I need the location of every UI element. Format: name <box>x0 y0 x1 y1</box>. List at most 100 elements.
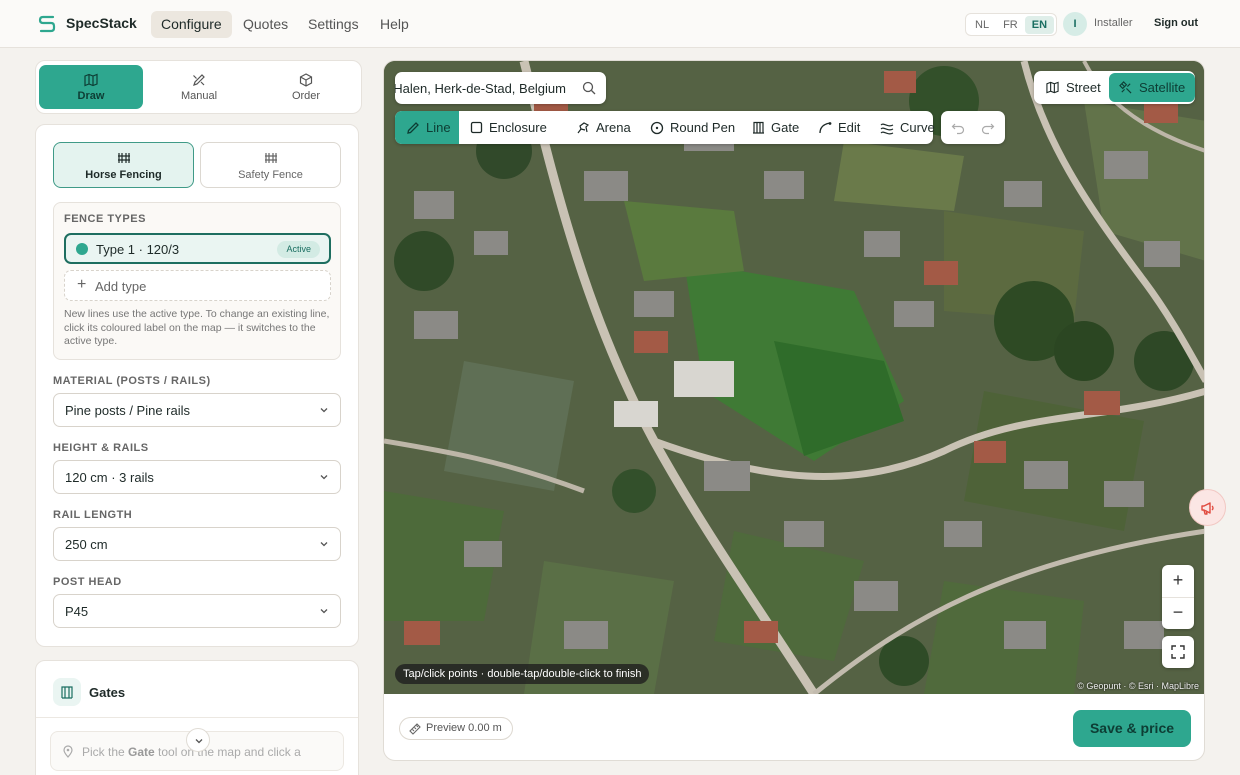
nav-help[interactable]: Help <box>370 11 419 38</box>
tool-line[interactable]: Line <box>395 111 459 144</box>
product-horse-fencing[interactable]: Horse Fencing <box>53 142 194 188</box>
curve-icon <box>880 123 894 134</box>
gate-icon <box>753 121 764 134</box>
fullscreen-icon <box>1171 645 1185 659</box>
tool-edit[interactable]: Edit <box>810 111 868 144</box>
preview-length-value: Preview 0.00 m <box>426 722 502 734</box>
divider <box>36 717 358 718</box>
height-select[interactable]: 120 cm · 3 rails <box>53 460 341 494</box>
megaphone-icon <box>1201 502 1214 515</box>
rail-length-select[interactable]: 250 cm <box>53 527 341 561</box>
search-input[interactable]: Halen, Herk-de-Stad, Belgium <box>395 81 566 96</box>
config-panel: Horse Fencing Safety Fence FENCE TYPES T… <box>35 124 359 647</box>
fence-type-item[interactable]: Type 1 · 120/3 Active <box>64 233 331 264</box>
product-safety-label: Safety Fence <box>238 169 303 181</box>
add-type-button[interactable]: + Add type <box>64 270 331 301</box>
gate-icon <box>61 686 73 699</box>
search-icon[interactable] <box>582 81 596 95</box>
tab-order[interactable]: Order <box>254 65 358 109</box>
redo-icon[interactable] <box>981 121 995 135</box>
pencil-icon <box>407 121 419 134</box>
map-card: Halen, Herk-de-Stad, Belgium Line Enclos… <box>383 60 1205 761</box>
specstack-logo-icon[interactable] <box>38 14 56 34</box>
fence-icon <box>117 153 130 163</box>
gates-title: Gates <box>89 685 126 700</box>
nav-quotes[interactable]: Quotes <box>233 11 298 38</box>
tool-enclosure[interactable]: Enclosure <box>462 111 555 144</box>
product-safety-fence[interactable]: Safety Fence <box>200 142 341 188</box>
map-pin-icon <box>63 745 73 758</box>
map-attribution[interactable]: © Geopunt · © Esri · MapLibre <box>1077 681 1199 691</box>
location-search[interactable]: Halen, Herk-de-Stad, Belgium <box>395 72 606 104</box>
chevron-down-icon <box>320 542 328 547</box>
undo-icon[interactable] <box>951 121 965 135</box>
pencil-ruler-icon <box>193 74 205 86</box>
top-bar: SpecStack Configure Quotes Settings Help… <box>0 0 1240 48</box>
satellite-icon <box>1119 81 1132 94</box>
lang-en[interactable]: EN <box>1024 15 1055 34</box>
layer-street-label: Street <box>1066 80 1101 95</box>
tab-manual-label: Manual <box>180 90 218 102</box>
tool-arena-label: Arena <box>596 120 631 135</box>
satellite-map[interactable]: Halen, Herk-de-Stad, Belgium Line Enclos… <box>384 61 1205 694</box>
chevron-down-icon <box>320 475 328 480</box>
nav-settings[interactable]: Settings <box>298 11 369 38</box>
zoom-in-button[interactable]: + <box>1162 565 1194 597</box>
add-type-label: Add type <box>95 279 147 294</box>
avatar[interactable]: I <box>1063 12 1087 36</box>
fullscreen-button[interactable] <box>1162 636 1194 668</box>
history-controls <box>941 111 1005 144</box>
layer-switcher: Street Satellite <box>1034 71 1196 104</box>
rail-length-value: 250 cm <box>65 537 108 552</box>
layer-satellite[interactable]: Satellite <box>1109 73 1196 102</box>
save-and-price-button[interactable]: Save & price <box>1073 710 1191 747</box>
satellite-imagery[interactable] <box>384 61 1205 694</box>
draw-hint: Tap/click points · double-tap/double-cli… <box>395 664 650 684</box>
gates-panel: Gates Pick the Gate tool on the map and … <box>35 660 359 775</box>
tool-line-label: Line <box>426 120 451 135</box>
tool-curve-label: Curve <box>900 120 935 135</box>
tool-curve[interactable]: Curve <box>872 111 943 144</box>
square-icon <box>470 121 483 134</box>
ruler-icon <box>409 723 421 735</box>
material-select[interactable]: Pine posts / Pine rails <box>53 393 341 427</box>
tool-arena[interactable]: Arena <box>568 111 639 144</box>
tool-enclosure-label: Enclosure <box>489 120 547 135</box>
layer-street[interactable]: Street <box>1036 73 1111 102</box>
circle-icon <box>650 121 664 134</box>
zoom-out-button[interactable]: − <box>1162 597 1194 629</box>
tool-edit-label: Edit <box>838 120 861 135</box>
product-horse-label: Horse Fencing <box>85 169 162 181</box>
tab-manual[interactable]: Manual <box>147 65 251 109</box>
tool-round-pen[interactable]: Round Pen <box>642 111 743 144</box>
active-badge: Active <box>277 241 320 258</box>
tab-draw[interactable]: Draw <box>39 65 143 109</box>
post-head-select[interactable]: P45 <box>53 594 341 628</box>
brand-name[interactable]: SpecStack <box>66 15 137 31</box>
material-value: Pine posts / Pine rails <box>65 403 191 418</box>
type-color-dot <box>76 243 88 255</box>
zoom-controls: + − <box>1162 565 1194 629</box>
fence-types-box: FENCE TYPES Type 1 · 120/3 Active + Add … <box>53 202 341 360</box>
mode-tabs: Draw Manual Order <box>35 60 362 114</box>
rail-length-label: RAIL LENGTH <box>53 509 133 521</box>
chevron-down-icon <box>195 739 203 744</box>
edit-path-icon <box>819 121 832 133</box>
lang-nl[interactable]: NL <box>968 16 996 34</box>
chevron-down-icon <box>320 408 328 413</box>
tool-gate[interactable]: Gate <box>744 111 807 144</box>
collapse-button[interactable] <box>186 728 210 752</box>
fence-icon <box>264 153 277 163</box>
map-icon <box>84 73 98 87</box>
sign-out-button[interactable]: Sign out <box>1154 17 1198 29</box>
fence-types-label: FENCE TYPES <box>64 213 146 225</box>
material-label: MATERIAL (POSTS / RAILS) <box>53 375 211 387</box>
feedback-button[interactable] <box>1189 489 1226 526</box>
preview-length: Preview 0.00 m <box>399 717 513 740</box>
lang-fr[interactable]: FR <box>996 16 1025 34</box>
layer-satellite-label: Satellite <box>1139 80 1186 95</box>
nav-configure[interactable]: Configure <box>151 11 232 38</box>
height-label: HEIGHT & RAILS <box>53 442 149 454</box>
package-icon <box>299 73 313 87</box>
tool-gate-label: Gate <box>771 120 800 135</box>
